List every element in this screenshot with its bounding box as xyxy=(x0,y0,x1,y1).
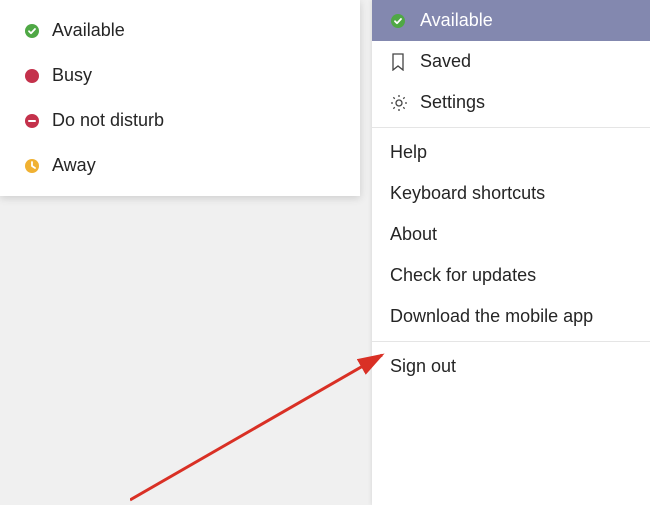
download-app-item[interactable]: Download the mobile app xyxy=(372,296,650,337)
menu-label: Check for updates xyxy=(390,265,536,286)
status-away[interactable]: Away xyxy=(0,143,360,188)
status-label: Busy xyxy=(52,65,92,86)
menu-label: Download the mobile app xyxy=(390,306,593,327)
annotation-arrow-icon xyxy=(130,345,410,505)
keyboard-shortcuts-item[interactable]: Keyboard shortcuts xyxy=(372,173,650,214)
menu-label: Settings xyxy=(420,92,485,113)
busy-circle-icon xyxy=(24,68,52,84)
menu-label: Saved xyxy=(420,51,471,72)
help-item[interactable]: Help xyxy=(372,132,650,173)
status-label: Do not disturb xyxy=(52,110,164,131)
status-selector-panel: Available Busy Do not disturb Away xyxy=(0,0,360,196)
away-clock-icon xyxy=(24,158,52,174)
main-menu-panel: Available Saved Settings Help Keyboard s… xyxy=(372,0,650,505)
menu-label: Available xyxy=(420,10,493,31)
status-available[interactable]: Available xyxy=(0,8,360,53)
status-dnd[interactable]: Do not disturb xyxy=(0,98,360,143)
gear-icon xyxy=(390,94,420,112)
status-label: Available xyxy=(52,20,125,41)
sign-out-item[interactable]: Sign out xyxy=(372,346,650,387)
check-circle-icon xyxy=(390,13,420,29)
settings-item[interactable]: Settings xyxy=(372,82,650,123)
menu-label: Help xyxy=(390,142,427,163)
check-circle-icon xyxy=(24,23,52,39)
about-item[interactable]: About xyxy=(372,214,650,255)
dnd-circle-icon xyxy=(24,113,52,129)
check-updates-item[interactable]: Check for updates xyxy=(372,255,650,296)
menu-label: Keyboard shortcuts xyxy=(390,183,545,204)
status-label: Away xyxy=(52,155,96,176)
menu-divider xyxy=(372,127,650,128)
bookmark-icon xyxy=(390,53,420,71)
saved-item[interactable]: Saved xyxy=(372,41,650,82)
menu-label: Sign out xyxy=(390,356,456,377)
menu-label: About xyxy=(390,224,437,245)
menu-divider xyxy=(372,341,650,342)
status-available-item[interactable]: Available xyxy=(372,0,650,41)
status-busy[interactable]: Busy xyxy=(0,53,360,98)
